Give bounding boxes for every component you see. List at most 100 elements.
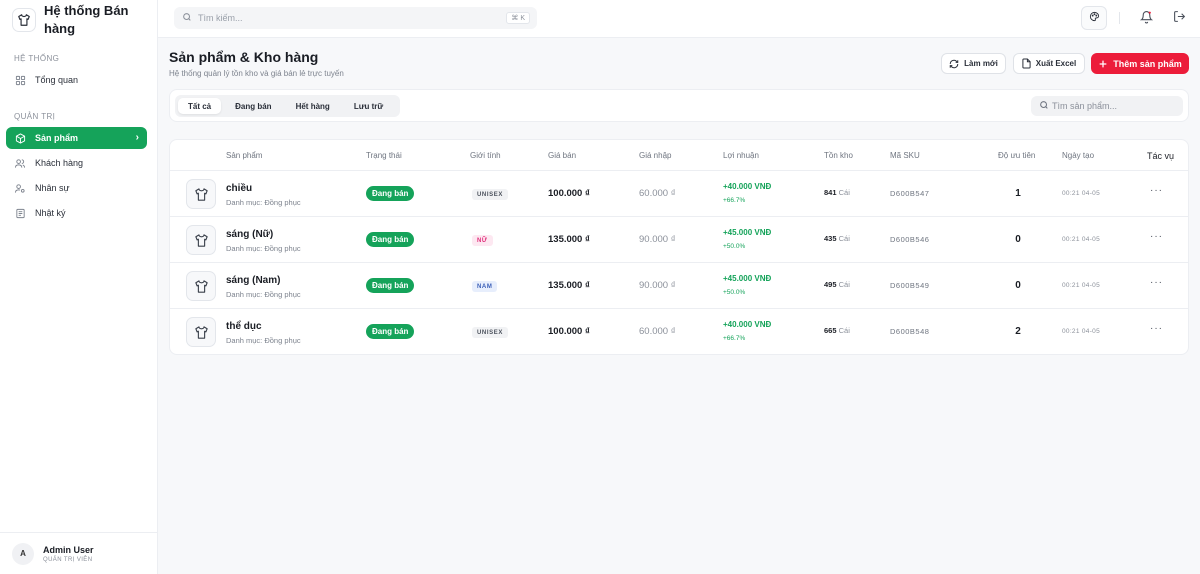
brand-name: Hệ thống Bán hàng — [44, 3, 129, 36]
shortcut-badge: ⌘ K — [506, 12, 530, 24]
product-name[interactable]: sáng (Nữ) — [226, 229, 273, 240]
box-icon — [14, 132, 26, 144]
more-actions-icon[interactable]: ··· — [1150, 231, 1163, 242]
brand[interactable]: Hệ thống Bán hàng — [12, 2, 130, 38]
sidebar-item-label: Sản phẩm — [35, 133, 79, 143]
priority-value: 1 — [1015, 188, 1021, 199]
sidebar-item-staff[interactable]: Nhân sự — [6, 177, 147, 199]
sale-price: 135.000 ₫ — [548, 280, 590, 291]
product-name[interactable]: thể dục — [226, 321, 262, 332]
tab-out-of-stock[interactable]: Hết hàng — [286, 98, 340, 114]
file-icon — [1022, 58, 1031, 69]
export-excel-button[interactable]: Xuất Excel — [1013, 53, 1085, 74]
stock-unit: Cái — [838, 326, 850, 335]
table-row[interactable]: thể dục Danh mục: Đồng phục Đang bán UNI… — [170, 309, 1188, 354]
cost-price: 60.000 ₫ — [639, 326, 676, 337]
user-role: QUẢN TRỊ VIÊN — [43, 556, 93, 563]
stock-unit: Cái — [838, 188, 850, 197]
stock-count: 495 Cái — [824, 280, 850, 289]
sidebar-item-label: Tổng quan — [35, 75, 79, 85]
more-actions-icon[interactable]: ··· — [1150, 277, 1163, 288]
refresh-button[interactable]: Làm mới — [941, 53, 1006, 74]
created-date: 00:21 04-05 — [1062, 236, 1100, 243]
priority-value: 0 — [1015, 280, 1021, 291]
table-row[interactable]: sáng (Nữ) Danh mục: Đồng phục Đang bán N… — [170, 217, 1188, 263]
column-header[interactable]: Trạng thái — [366, 151, 402, 160]
sku-code: D600B548 — [890, 327, 930, 336]
search-placeholder: Tìm kiếm... — [198, 13, 243, 23]
add-label: Thêm sản phẩm — [1113, 58, 1182, 69]
log-icon — [14, 207, 26, 219]
product-search-input[interactable]: Tìm sản phẩm... — [1031, 96, 1183, 116]
table-row[interactable]: sáng (Nam) Danh mục: Đồng phục Đang bán … — [170, 263, 1188, 309]
page-subtitle: Hệ thống quản lý tồn kho và giá bán lẻ t… — [169, 69, 344, 78]
users-icon — [14, 157, 26, 169]
grid-icon — [14, 74, 26, 86]
product-category: Danh mục: Đồng phục — [226, 244, 301, 253]
shirt-icon — [186, 271, 216, 301]
profit-margin: +50.0% — [723, 289, 746, 296]
user-name: Admin User — [43, 544, 94, 555]
column-header[interactable]: Tồn kho — [824, 151, 853, 160]
plus-icon — [1098, 59, 1108, 69]
product-category: Danh mục: Đồng phục — [226, 290, 301, 299]
profit-value: +45.000 VNĐ — [723, 274, 772, 283]
user-profile[interactable]: A Admin User QUẢN TRỊ VIÊN — [0, 532, 157, 574]
tab-all[interactable]: Tất cả — [178, 98, 222, 114]
column-header[interactable]: Giới tính — [470, 151, 501, 160]
user-cog-icon — [14, 182, 26, 194]
shirt-icon — [186, 225, 216, 255]
stock-quantity: 435 — [824, 234, 837, 243]
notification-bell-icon[interactable] — [1139, 10, 1154, 29]
global-search-input[interactable]: Tìm kiếm... ⌘ K — [174, 7, 537, 29]
profit-margin: +66.7% — [723, 335, 746, 342]
column-header[interactable]: Ngày tạo — [1062, 151, 1094, 160]
sale-price: 100.000 ₫ — [548, 188, 590, 199]
column-header[interactable]: Độ ưu tiên — [998, 151, 1035, 160]
profit-margin: +50.0% — [723, 243, 746, 250]
profit-value: +45.000 VNĐ — [723, 228, 772, 237]
tab-archived[interactable]: Lưu trữ — [344, 98, 393, 114]
table-row[interactable]: chiều Danh mục: Đồng phục Đang bán UNISE… — [170, 171, 1188, 217]
profit-value: +40.000 VNĐ — [723, 320, 772, 329]
gender-badge: NAM — [472, 281, 498, 292]
sidebar-item-logs[interactable]: Nhật ký — [6, 202, 147, 224]
more-actions-icon[interactable]: ··· — [1150, 185, 1163, 196]
sku-code: D600B549 — [890, 281, 930, 290]
more-actions-icon[interactable]: ··· — [1150, 323, 1163, 334]
sidebar-item-label: Nhân sự — [35, 183, 70, 193]
palette-icon — [1089, 9, 1100, 27]
sidebar-item-customers[interactable]: Khách hàng — [6, 152, 147, 174]
column-header[interactable]: Lợi nhuận — [723, 151, 759, 160]
sku-code: D600B547 — [890, 189, 930, 198]
divider — [1119, 12, 1120, 24]
section-label-system: HỆ THỐNG — [14, 54, 60, 63]
theme-palette-button[interactable] — [1081, 6, 1107, 30]
export-label: Xuất Excel — [1035, 59, 1077, 68]
column-header[interactable]: Giá nhập — [639, 151, 671, 160]
priority-value: 2 — [1015, 326, 1021, 337]
add-product-button[interactable]: Thêm sản phẩm — [1091, 53, 1189, 74]
page-title: Sản phẩm & Kho hàng — [169, 49, 319, 65]
column-header[interactable]: Giá bán — [548, 151, 576, 160]
tab-selling[interactable]: Đang bán — [225, 98, 281, 114]
logout-icon[interactable] — [1173, 10, 1186, 28]
priority-value: 0 — [1015, 234, 1021, 245]
cost-price: 60.000 ₫ — [639, 188, 676, 199]
stock-count: 665 Cái — [824, 326, 850, 335]
created-date: 00:21 04-05 — [1062, 328, 1100, 335]
column-header[interactable]: Mã SKU — [890, 151, 920, 160]
sidebar-item-products[interactable]: Sản phẩm › — [6, 127, 147, 149]
profit-margin: +66.7% — [723, 197, 746, 204]
created-date: 00:21 04-05 — [1062, 190, 1100, 197]
product-name[interactable]: sáng (Nam) — [226, 275, 280, 286]
column-header[interactable]: Sản phẩm — [226, 151, 262, 160]
sidebar-item-overview[interactable]: Tổng quan — [6, 69, 147, 91]
product-name[interactable]: chiều — [226, 183, 252, 194]
sidebar-item-label: Khách hàng — [35, 158, 84, 168]
created-date: 00:21 04-05 — [1062, 282, 1100, 289]
product-category: Danh mục: Đồng phục — [226, 336, 301, 345]
gender-badge: NỮ — [472, 235, 493, 246]
stock-quantity: 841 — [824, 188, 837, 197]
stock-unit: Cái — [838, 280, 850, 289]
